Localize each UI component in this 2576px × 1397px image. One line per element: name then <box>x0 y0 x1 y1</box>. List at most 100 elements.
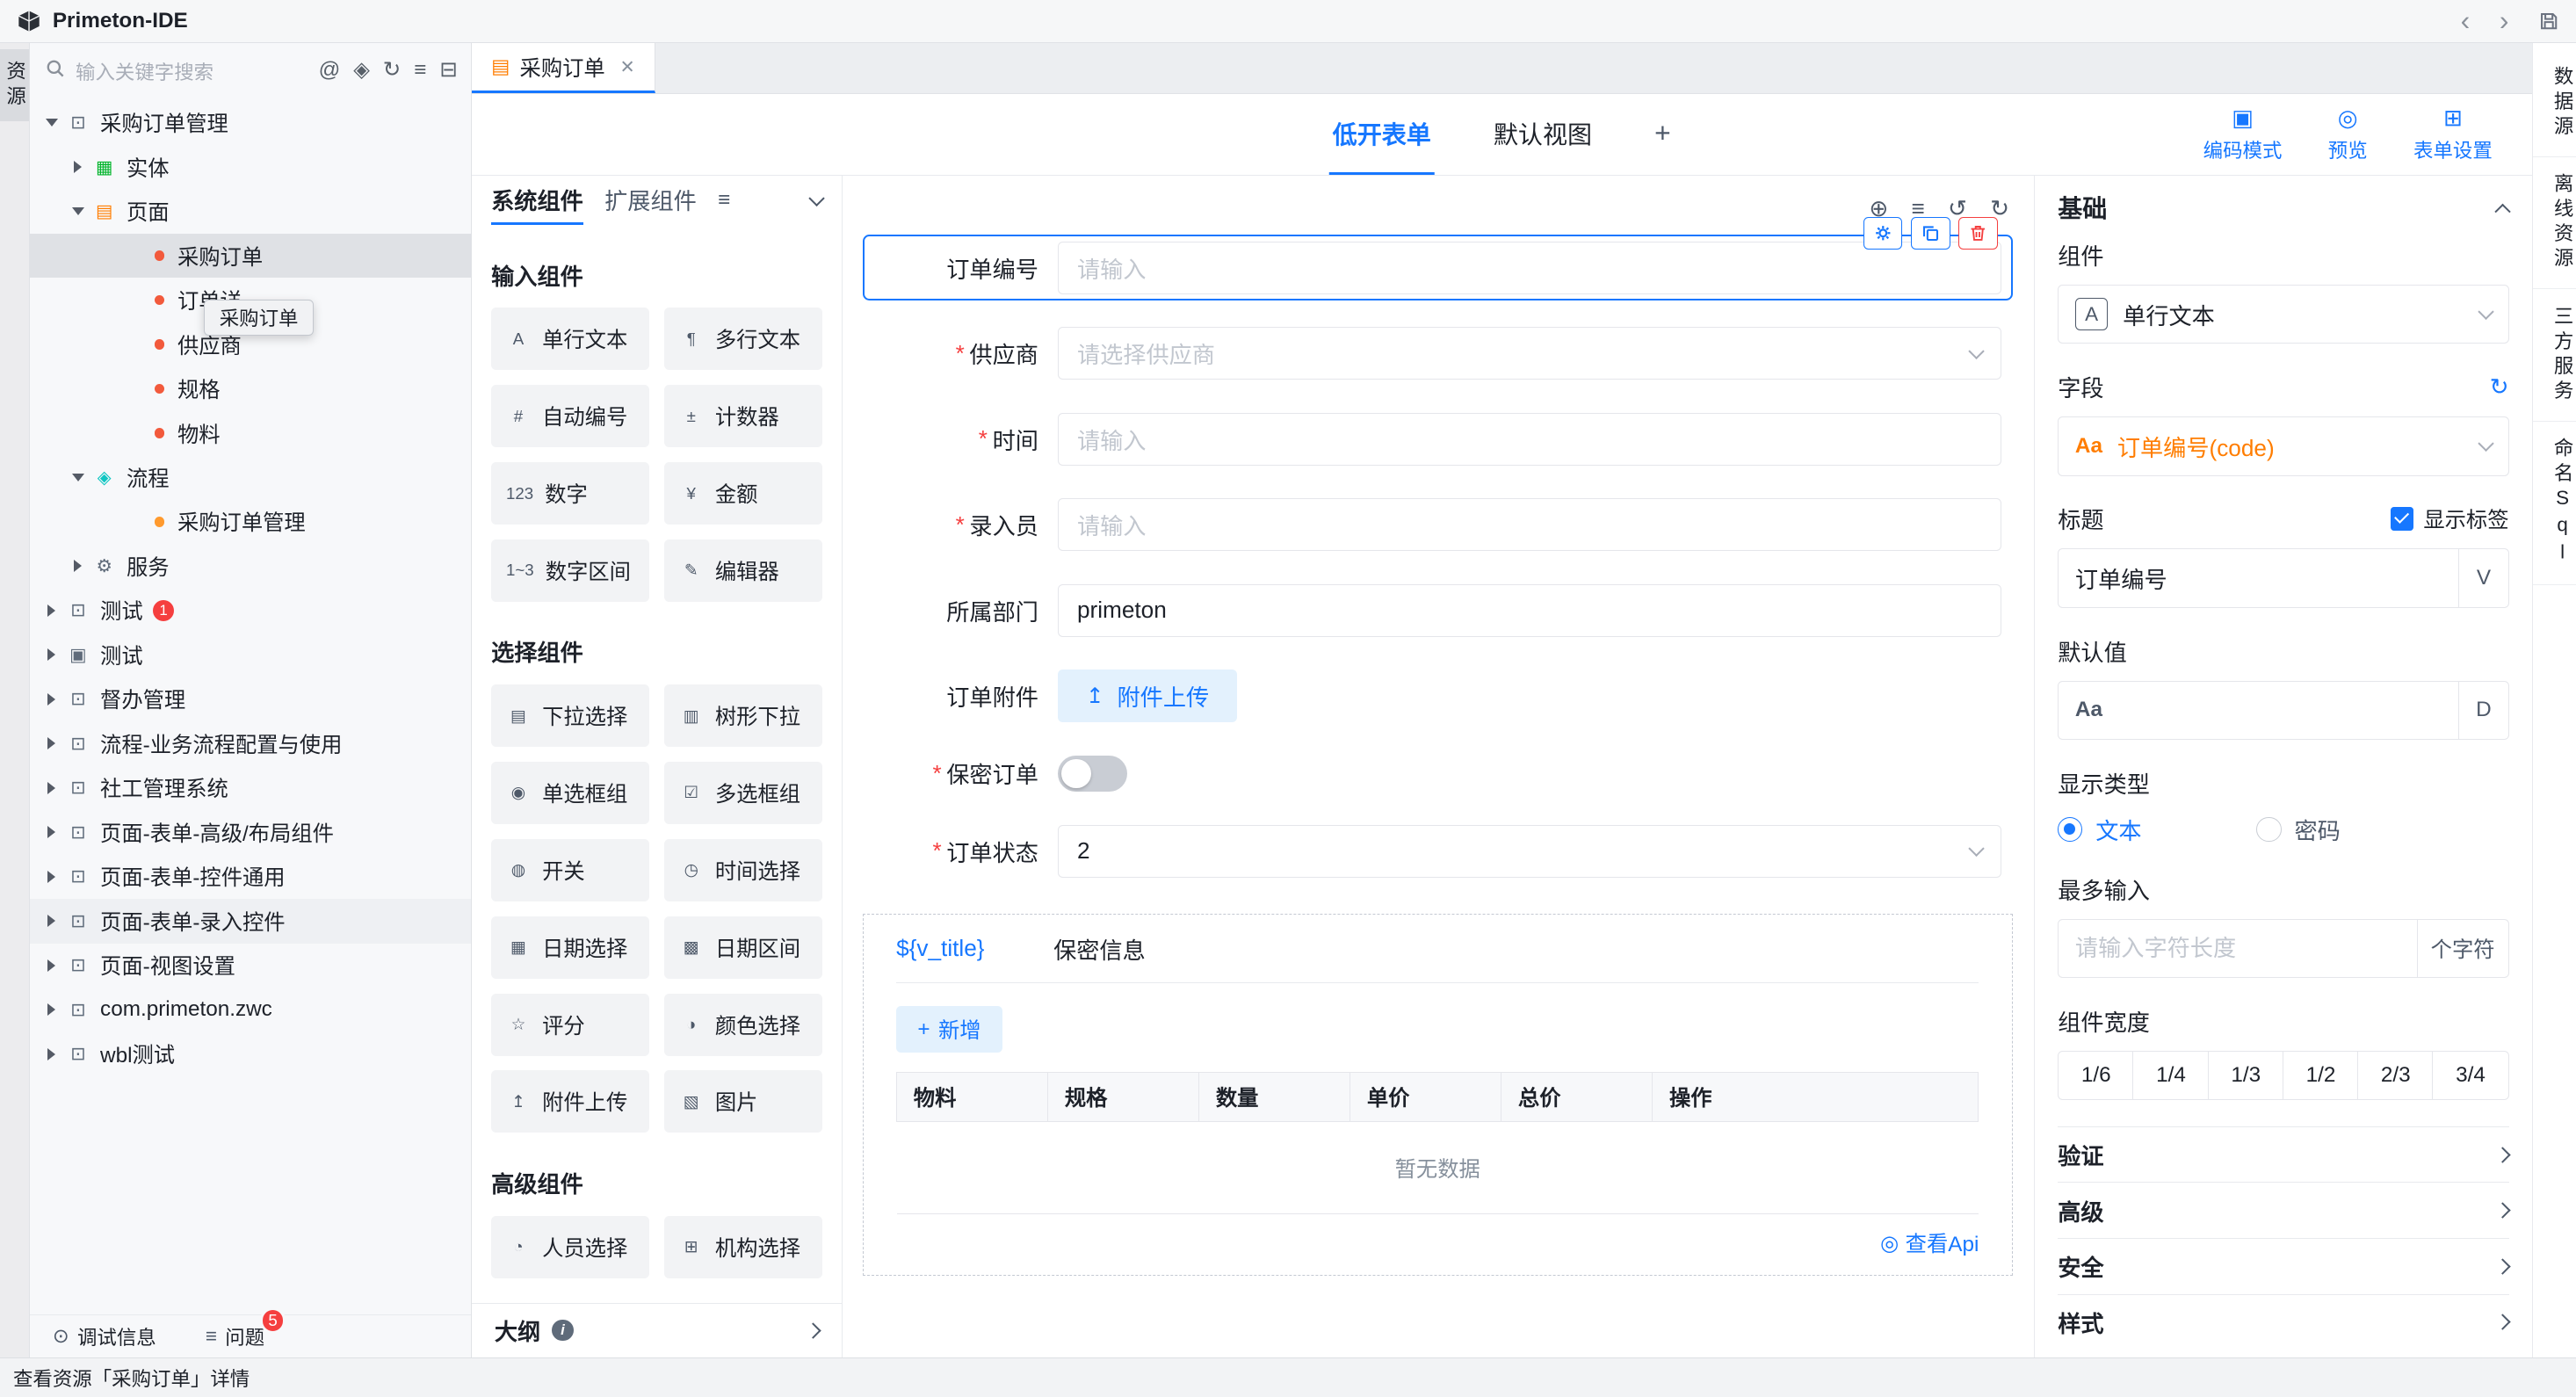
palette-item[interactable]: ▤下拉选择 <box>491 684 649 747</box>
at-icon[interactable]: @ <box>319 60 341 81</box>
palette-tab[interactable]: 系统组件 <box>491 176 583 225</box>
tree-item[interactable]: ▦实体 <box>30 145 471 189</box>
view-tab[interactable]: 默认视图 <box>1490 94 1596 176</box>
palette-item[interactable]: ¶多行文本 <box>664 308 822 370</box>
shield-icon[interactable]: ◈ <box>353 60 370 81</box>
tree-item[interactable]: 订单详采购订单 <box>30 278 471 322</box>
default-value-fx-button[interactable]: D <box>2459 681 2508 740</box>
rail-tab[interactable]: 数据源 <box>2533 49 2576 157</box>
filter-icon[interactable]: ≡ <box>414 60 426 81</box>
nav-forward-button[interactable]: › <box>2500 7 2509 35</box>
save-button[interactable] <box>2538 11 2559 32</box>
palette-item[interactable]: ☑多选框组 <box>664 762 822 824</box>
rail-tab[interactable]: 离线资源 <box>2533 157 2576 290</box>
chevron-right-icon[interactable] <box>40 737 64 749</box>
view-api-link[interactable]: ◎ 查看Api <box>1880 1227 1979 1258</box>
chevron-right-icon[interactable] <box>40 648 64 661</box>
palette-item[interactable]: ◷时间选择 <box>664 839 822 901</box>
palette-item[interactable]: ▩日期区间 <box>664 916 822 979</box>
chevron-right-icon[interactable] <box>66 161 90 173</box>
search-input[interactable]: 输入关键字搜索 <box>76 57 308 85</box>
action-preview[interactable]: ◎预览 <box>2328 105 2368 163</box>
tree-item[interactable]: ⊡页面-表单-高级/布局组件 <box>30 810 471 854</box>
add-view-button[interactable]: + <box>1651 94 1674 176</box>
view-tab[interactable]: 低开表单 <box>1329 94 1435 176</box>
refresh-icon[interactable]: ↻ <box>383 60 401 81</box>
palette-item[interactable]: ▧图片 <box>664 1070 822 1133</box>
rail-tab[interactable]: 命名Sql <box>2533 422 2576 585</box>
tree-item[interactable]: ⊡wbl测试 <box>30 1032 471 1076</box>
chevron-right-icon[interactable] <box>40 604 64 617</box>
palette-item[interactable]: ◑颜色选择 <box>664 994 822 1056</box>
show-label-checkbox[interactable]: 显示标签 <box>2391 503 2509 534</box>
tree-item[interactable]: 采购订单管理 <box>30 500 471 544</box>
chevron-down-icon[interactable] <box>66 474 90 481</box>
collapse-panel-icon[interactable]: ⊟ <box>439 60 457 81</box>
chevron-right-icon[interactable] <box>40 693 64 706</box>
text-input[interactable]: 请输入 <box>1058 498 2001 551</box>
chevron-right-icon[interactable] <box>40 826 64 838</box>
form-field[interactable]: 订单附件↥附件上传 <box>863 663 2013 729</box>
tree-item[interactable]: ⊡页面-表单-录入控件 <box>30 899 471 943</box>
debug-info-button[interactable]: ⊙ 调试信息 <box>53 1322 156 1350</box>
width-option[interactable]: 3/4 <box>2432 1051 2508 1100</box>
add-row-button[interactable]: + 新增 <box>896 1006 1002 1052</box>
chevron-down-icon[interactable] <box>40 119 64 127</box>
tree-item[interactable]: ⊡社工管理系统 <box>30 766 471 810</box>
field-copy-button[interactable] <box>1911 217 1950 250</box>
tree-item[interactable]: 规格 <box>30 366 471 410</box>
subform-tab[interactable]: 保密信息 <box>1053 932 1146 966</box>
form-field[interactable]: *保密订单 <box>863 749 2013 798</box>
width-option[interactable]: 1/2 <box>2283 1051 2359 1100</box>
problems-button[interactable]: ≡ 问题 5 <box>206 1322 264 1350</box>
palette-item[interactable]: ¥金额 <box>664 462 822 525</box>
chevron-right-icon[interactable] <box>40 915 64 927</box>
sync-field-icon[interactable]: ↻ <box>2490 373 2509 401</box>
width-option[interactable]: 2/3 <box>2357 1051 2434 1100</box>
select-input[interactable]: 请选择供应商 <box>1058 327 2001 380</box>
palette-item[interactable]: ±计数器 <box>664 385 822 447</box>
close-tab-icon[interactable]: ✕ <box>620 56 635 78</box>
select-input[interactable]: 2 <box>1058 825 2001 878</box>
palette-item[interactable]: ↥附件上传 <box>491 1070 649 1133</box>
palette-item[interactable]: #自动编号 <box>491 385 649 447</box>
collapsed-section[interactable]: 验证 <box>2058 1126 2508 1183</box>
rail-tab-resources[interactable]: 资源 <box>0 49 29 121</box>
action-form-settings[interactable]: ⊞表单设置 <box>2413 105 2493 163</box>
palette-item[interactable]: ✎编辑器 <box>664 539 822 602</box>
menu-icon[interactable]: ≡ <box>718 188 730 213</box>
chevron-down-icon[interactable] <box>66 207 90 215</box>
tree-item[interactable]: ⊡测试1 <box>30 589 471 633</box>
chevron-right-icon[interactable] <box>40 871 64 883</box>
palette-item[interactable]: ◍开关 <box>491 839 649 901</box>
outline-bar[interactable]: 大纲 i <box>472 1303 843 1357</box>
tree-item[interactable]: 物料 <box>30 411 471 455</box>
rail-tab[interactable]: 三方服务 <box>2533 289 2576 422</box>
palette-item[interactable]: ▦日期选择 <box>491 916 649 979</box>
text-input[interactable]: 请输入 <box>1058 413 2001 466</box>
width-option[interactable]: 1/4 <box>2132 1051 2209 1100</box>
tree-item[interactable]: ⊡督办管理 <box>30 677 471 721</box>
chevron-right-icon[interactable] <box>40 959 64 972</box>
collapse-palette-icon[interactable] <box>808 190 824 206</box>
tree-item[interactable]: ▣测试 <box>30 633 471 677</box>
chevron-right-icon[interactable] <box>40 1003 64 1016</box>
max-length-input[interactable] <box>2058 919 2417 978</box>
action-code-mode[interactable]: ▣编码模式 <box>2203 105 2283 163</box>
form-field[interactable]: *录入员请输入 <box>863 492 2013 558</box>
component-select[interactable]: A 单行文本 <box>2058 285 2508 344</box>
upload-button[interactable]: ↥附件上传 <box>1058 670 1237 722</box>
palette-item[interactable]: ◉单选框组 <box>491 762 649 824</box>
subform-tab[interactable]: ${v_title} <box>896 935 984 962</box>
display-type-radio[interactable]: 密码 <box>2256 813 2340 846</box>
default-value-input[interactable]: Aa <box>2058 681 2459 740</box>
tree-item[interactable]: ⊡页面-视图设置 <box>30 944 471 988</box>
palette-item[interactable]: ▥树形下拉 <box>664 684 822 747</box>
tree-item[interactable]: ⊡com.primeton.zwc <box>30 988 471 1031</box>
tree-item[interactable]: ⊡流程-业务流程配置与使用 <box>30 721 471 765</box>
form-field[interactable]: *供应商请选择供应商 <box>863 321 2013 387</box>
palette-item[interactable]: ☆评分 <box>491 994 649 1056</box>
field-select[interactable]: Aa 订单编号(code) <box>2058 416 2508 475</box>
collapsed-section[interactable]: 高级 <box>2058 1182 2508 1238</box>
chevron-right-icon[interactable] <box>40 782 64 794</box>
